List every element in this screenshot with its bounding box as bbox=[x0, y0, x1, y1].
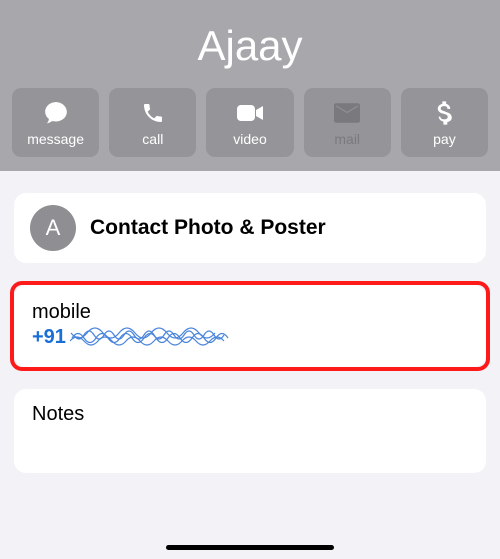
phone-type-label: mobile bbox=[32, 301, 468, 324]
mail-icon bbox=[333, 99, 361, 127]
message-button[interactable]: message bbox=[12, 88, 99, 157]
pay-button[interactable]: pay bbox=[401, 88, 488, 157]
phone-icon bbox=[139, 99, 167, 127]
contact-header: Ajaay message call video mail bbox=[0, 0, 500, 171]
phone-number-row: +91 bbox=[32, 326, 468, 349]
call-button[interactable]: call bbox=[109, 88, 196, 157]
avatar-initial: A bbox=[46, 215, 61, 241]
phone-card-wrapper: mobile +91 bbox=[14, 285, 486, 367]
action-row: message call video mail pay bbox=[0, 88, 500, 157]
notes-title: Notes bbox=[32, 403, 468, 426]
phone-card[interactable]: mobile +91 bbox=[14, 285, 486, 367]
message-label: message bbox=[27, 131, 84, 147]
photo-poster-title: Contact Photo & Poster bbox=[90, 216, 326, 240]
avatar: A bbox=[30, 205, 76, 251]
video-button[interactable]: video bbox=[206, 88, 293, 157]
pay-label: pay bbox=[433, 131, 456, 147]
mail-label: mail bbox=[334, 131, 360, 147]
message-icon bbox=[42, 99, 70, 127]
dollar-icon bbox=[430, 99, 458, 127]
phone-number-redacted bbox=[70, 327, 240, 349]
video-icon bbox=[236, 99, 264, 127]
contact-name: Ajaay bbox=[0, 14, 500, 88]
home-indicator[interactable] bbox=[166, 545, 334, 550]
mail-button: mail bbox=[304, 88, 391, 157]
notes-card[interactable]: Notes bbox=[14, 389, 486, 473]
call-label: call bbox=[142, 131, 163, 147]
contact-photo-poster-button[interactable]: A Contact Photo & Poster bbox=[14, 193, 486, 263]
phone-prefix: +91 bbox=[32, 326, 66, 349]
content-area: A Contact Photo & Poster mobile +91 bbox=[0, 171, 500, 473]
video-label: video bbox=[233, 131, 266, 147]
